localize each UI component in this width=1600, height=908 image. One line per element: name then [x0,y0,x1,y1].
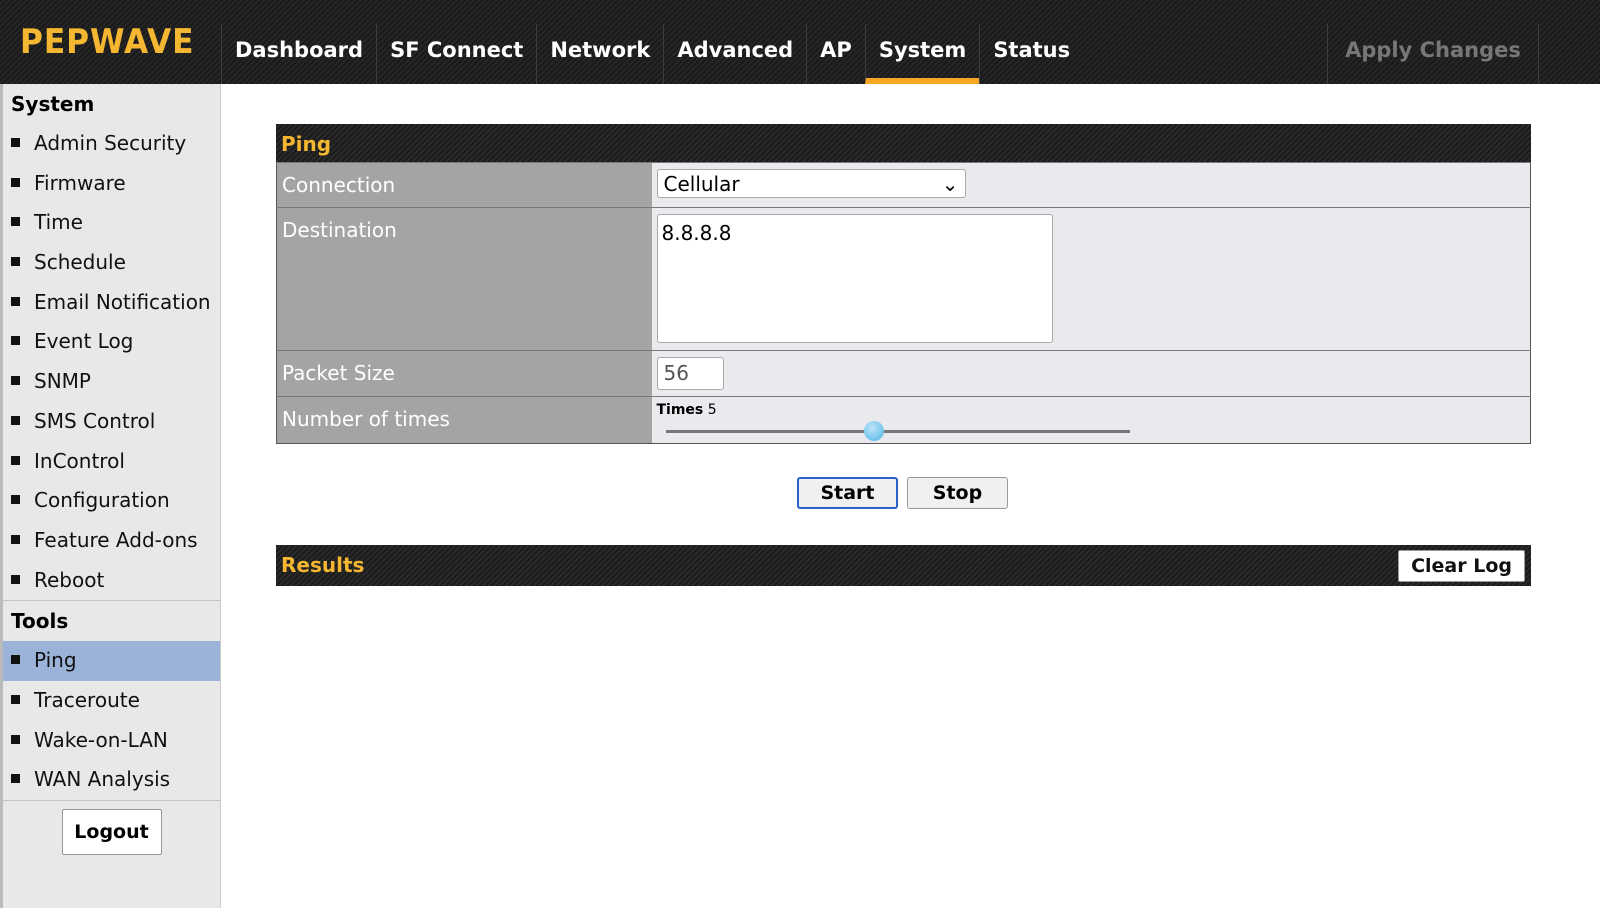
sidebar-item-firmware[interactable]: Firmware [3,164,220,204]
sidebar-item-incontrol[interactable]: InControl [3,442,220,482]
times-slider[interactable] [665,421,1130,441]
sidebar-item-reboot[interactable]: Reboot [3,561,220,601]
ping-panel-title: Ping [276,124,1531,162]
bullet-icon [11,415,20,425]
number-of-times-label: Number of times [276,396,652,444]
connection-select[interactable]: Cellular ⌄ [656,169,966,198]
nav-tab-sf-connect[interactable]: SF Connect [376,24,536,84]
sidebar-item-label: Firmware [34,170,126,195]
times-value: 5 [707,402,717,418]
destination-textarea[interactable]: 8.8.8.8 [656,214,1053,343]
sidebar-item-time[interactable]: Time [3,203,220,243]
nav-tab-ap[interactable]: AP [806,24,865,84]
bullet-icon [11,574,20,584]
sidebar-item-sms-control[interactable]: SMS Control [3,402,220,442]
bullet-icon [11,336,20,346]
sidebar-item-label: Event Log [34,329,134,354]
start-button[interactable]: Start [797,477,898,509]
nav-tab-status[interactable]: Status [979,24,1083,84]
bullet-icon [11,217,20,227]
pepwave-logo: PEPWAVE [20,22,195,62]
stop-button[interactable]: Stop [907,477,1008,509]
sidebar-item-label: Reboot [34,567,105,592]
bullet-icon [11,257,20,267]
destination-label: Destination [276,207,652,351]
sidebar-item-schedule[interactable]: Schedule [3,243,220,283]
sidebar-item-label: SMS Control [34,408,156,433]
nav-tab-network[interactable]: Network [536,24,663,84]
bullet-icon [11,655,20,665]
nav-tab-dashboard[interactable]: Dashboard [221,24,376,84]
sidebar-item-label: Admin Security [34,131,187,155]
slider-thumb[interactable] [864,421,885,441]
sidebar-item-label: SNMP [34,369,91,394]
sidebar: System Admin Security Firmware Time Schedul… [0,84,221,908]
sidebar-item-snmp[interactable]: SNMP [3,362,220,402]
sidebar-item-admin-security[interactable]: Admin Security [3,124,220,164]
sidebar-item-label: Ping [34,648,77,673]
sidebar-item-email-notification[interactable]: Email Notification [3,283,220,323]
top-bar: PEPWAVE Dashboard SF Connect Network Advanc… [0,0,1600,84]
sidebar-item-label: Traceroute [34,687,140,712]
nav-tab-advanced[interactable]: Advanced [663,24,806,84]
nav-tab-system[interactable]: System [864,24,980,84]
sidebar-item-wan-analysis[interactable]: WAN Analysis [3,760,220,800]
sidebar-item-ping[interactable]: Ping [3,641,220,681]
sidebar-item-label: Email Notification [34,289,211,314]
sidebar-item-label: Wake-on-LAN [34,727,168,752]
sidebar-heading-system: System [11,92,95,116]
connection-label: Connection [276,162,652,208]
results-title-text: Results [281,553,365,577]
logout-button[interactable]: Logout [61,809,162,855]
apply-changes-button[interactable]: Apply Changes [1327,24,1539,84]
chevron-down-icon: ⌄ [941,171,959,196]
sidebar-item-label: InControl [34,448,125,473]
connection-value: Cellular [663,171,740,196]
clear-log-button[interactable]: Clear Log [1398,550,1525,582]
results-panel: Results Clear Log [276,545,1531,586]
sidebar-item-configuration[interactable]: Configuration [3,481,220,521]
main-nav: Dashboard SF Connect Network Advanced AP Syst… [221,24,1083,84]
sidebar-item-label: WAN Analysis [34,767,171,792]
bullet-icon [11,138,20,147]
bullet-icon [11,376,20,386]
times-caption: Times [656,402,704,418]
sidebar-item-wake-on-lan[interactable]: Wake-on-LAN [3,721,220,761]
sidebar-item-feature-add-ons[interactable]: Feature Add-ons [3,521,220,561]
bullet-icon [11,296,20,306]
sidebar-item-label: Configuration [34,488,170,513]
bullet-icon [11,177,20,187]
ping-panel: Ping Connection Cellular ⌄ Destination 8.… [276,124,1531,444]
bullet-icon [11,774,20,784]
sidebar-item-event-log[interactable]: Event Log [3,322,220,362]
bullet-icon [11,455,20,465]
bullet-icon [11,734,20,744]
bullet-icon [11,495,20,505]
packet-size-label: Packet Size [276,350,652,397]
sidebar-item-label: Schedule [34,250,126,275]
bullet-icon [11,534,20,544]
bullet-icon [11,694,20,704]
sidebar-item-label: Time [34,210,83,235]
sidebar-item-label: Feature Add-ons [34,527,198,552]
sidebar-heading-tools: Tools [11,609,69,634]
packet-size-input[interactable]: 56 [656,357,724,390]
sidebar-item-traceroute[interactable]: Traceroute [3,681,220,721]
results-title: Results Clear Log [276,545,1531,586]
